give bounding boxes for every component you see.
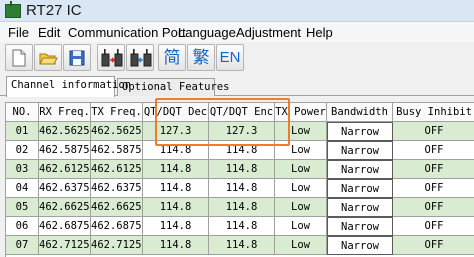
- menu-bar: File Edit Communication Port Language Ad…: [0, 22, 474, 42]
- table-cell-qt-enc[interactable]: 114.8: [209, 217, 275, 236]
- column-header-busy-inhibit[interactable]: Busy Inhibit: [393, 103, 474, 122]
- column-header-bandwidth[interactable]: Bandwidth: [327, 103, 393, 122]
- read-radio-button[interactable]: [97, 44, 125, 71]
- column-header-tx-freq[interactable]: TX Freq.: [91, 103, 143, 122]
- table-cell-qt-enc[interactable]: 127.3: [209, 122, 275, 141]
- menu-file[interactable]: File: [8, 25, 29, 40]
- table-cell-tx-power[interactable]: Low: [275, 179, 327, 198]
- table-cell-bandwidth[interactable]: Narrow: [327, 198, 393, 217]
- table-cell-tx-freq[interactable]: 462.61250: [91, 160, 143, 179]
- english-button[interactable]: EN: [216, 44, 244, 71]
- write-to-radio-icon: [130, 49, 152, 67]
- table-cell-qt-dec[interactable]: 114.8: [143, 160, 209, 179]
- column-header-rx-freq[interactable]: RX Freq.: [39, 103, 91, 122]
- title-bar: RT27 IC: [0, 0, 474, 22]
- tab-optional-features[interactable]: Optional Features: [117, 78, 229, 96]
- radio-app-icon: [5, 1, 21, 18]
- menu-adjustment[interactable]: Adjustment: [236, 25, 301, 40]
- table-cell-busy-inhibit[interactable]: OFF: [393, 160, 474, 179]
- table-cell-tx-freq[interactable]: 462.71250: [91, 236, 143, 255]
- table-cell-qt-enc[interactable]: 114.8: [209, 141, 275, 160]
- open-file-button[interactable]: [34, 44, 62, 71]
- english-label: EN: [219, 49, 241, 66]
- table-cell-no[interactable]: 06: [6, 217, 39, 236]
- menu-language[interactable]: Language: [178, 25, 236, 40]
- table-cell-qt-dec[interactable]: 114.8: [143, 198, 209, 217]
- table-cell-tx-freq[interactable]: 462.63750: [91, 179, 143, 198]
- table-cell-no[interactable]: 04: [6, 179, 39, 198]
- traditional-chinese-button[interactable]: 繁: [187, 44, 215, 71]
- table-cell-busy-inhibit[interactable]: OFF: [393, 236, 474, 255]
- simplified-chinese-button[interactable]: 简: [158, 44, 186, 71]
- table-cell-busy-inhibit[interactable]: OFF: [393, 217, 474, 236]
- menu-edit[interactable]: Edit: [38, 25, 60, 40]
- table-cell-qt-dec[interactable]: 127.3: [143, 122, 209, 141]
- window-title: RT27 IC: [26, 2, 82, 19]
- table-cell-tx-power[interactable]: Low: [275, 198, 327, 217]
- menu-communication-port[interactable]: Communication Port: [68, 25, 186, 40]
- tab-strip: Channel information Optional Features: [0, 76, 474, 97]
- table-cell-tx-power[interactable]: Low: [275, 160, 327, 179]
- table-cell-rx-freq[interactable]: 462.61250: [39, 160, 91, 179]
- table-cell-tx-freq[interactable]: 462.56250: [91, 122, 143, 141]
- table-cell-bandwidth[interactable]: Narrow: [327, 217, 393, 236]
- table-cell-no[interactable]: 05: [6, 198, 39, 217]
- table-cell-no[interactable]: 07: [6, 236, 39, 255]
- table-cell-busy-inhibit[interactable]: OFF: [393, 179, 474, 198]
- toolbar: 简 繁 EN: [0, 42, 474, 74]
- column-header-qt-enc[interactable]: QT/DQT Enc: [209, 103, 275, 122]
- traditional-chinese-label: 繁: [192, 48, 210, 67]
- new-file-icon: [12, 49, 26, 67]
- table-cell-qt-enc[interactable]: 114.8: [209, 198, 275, 217]
- channel-table: NO. RX Freq. TX Freq. QT/DQT Dec QT/DQT Enc T…: [5, 102, 474, 257]
- column-header-qt-dec[interactable]: QT/DQT Dec: [143, 103, 209, 122]
- read-from-radio-icon: [101, 49, 123, 67]
- table-cell-tx-power[interactable]: Low: [275, 122, 327, 141]
- save-disk-icon: [69, 50, 85, 66]
- table-cell-rx-freq[interactable]: 462.63750: [39, 179, 91, 198]
- table-cell-tx-power[interactable]: Low: [275, 217, 327, 236]
- table-cell-no[interactable]: 02: [6, 141, 39, 160]
- table-cell-busy-inhibit[interactable]: OFF: [393, 198, 474, 217]
- save-button[interactable]: [63, 44, 91, 71]
- table-cell-qt-enc[interactable]: 114.8: [209, 160, 275, 179]
- simplified-chinese-label: 简: [163, 48, 181, 67]
- tab-channel-information[interactable]: Channel information: [6, 76, 131, 97]
- table-cell-bandwidth[interactable]: Narrow: [327, 141, 393, 160]
- table-cell-bandwidth[interactable]: Narrow: [327, 122, 393, 141]
- column-header-tx-power[interactable]: TX Power: [275, 103, 327, 122]
- table-cell-tx-freq[interactable]: 462.68750: [91, 217, 143, 236]
- table-cell-rx-freq[interactable]: 462.56250: [39, 122, 91, 141]
- table-cell-bandwidth[interactable]: Narrow: [327, 179, 393, 198]
- table-cell-busy-inhibit[interactable]: OFF: [393, 122, 474, 141]
- table-cell-qt-dec[interactable]: 114.8: [143, 217, 209, 236]
- table-cell-busy-inhibit[interactable]: OFF: [393, 141, 474, 160]
- open-folder-icon: [39, 53, 58, 65]
- table-cell-bandwidth[interactable]: Narrow: [327, 236, 393, 255]
- table-cell-qt-dec[interactable]: 114.8: [143, 236, 209, 255]
- menu-help[interactable]: Help: [306, 25, 333, 40]
- table-cell-rx-freq[interactable]: 462.71250: [39, 236, 91, 255]
- table-cell-no[interactable]: 03: [6, 160, 39, 179]
- table-cell-qt-dec[interactable]: 114.8: [143, 141, 209, 160]
- table-cell-qt-enc[interactable]: 114.8: [209, 236, 275, 255]
- table-cell-bandwidth[interactable]: Narrow: [327, 160, 393, 179]
- write-radio-button[interactable]: [126, 44, 154, 71]
- table-cell-tx-freq[interactable]: 462.58750: [91, 141, 143, 160]
- table-cell-no[interactable]: 01: [6, 122, 39, 141]
- new-file-button[interactable]: [5, 44, 33, 71]
- table-cell-rx-freq[interactable]: 462.66250: [39, 198, 91, 217]
- table-cell-qt-dec[interactable]: 114.8: [143, 179, 209, 198]
- table-cell-tx-power[interactable]: Low: [275, 236, 327, 255]
- table-cell-qt-enc[interactable]: 114.8: [209, 179, 275, 198]
- table-cell-rx-freq[interactable]: 462.58750: [39, 141, 91, 160]
- table-cell-tx-freq[interactable]: 462.66250: [91, 198, 143, 217]
- column-header-no[interactable]: NO.: [6, 103, 39, 122]
- table-cell-tx-power[interactable]: Low: [275, 141, 327, 160]
- table-cell-rx-freq[interactable]: 462.68750: [39, 217, 91, 236]
